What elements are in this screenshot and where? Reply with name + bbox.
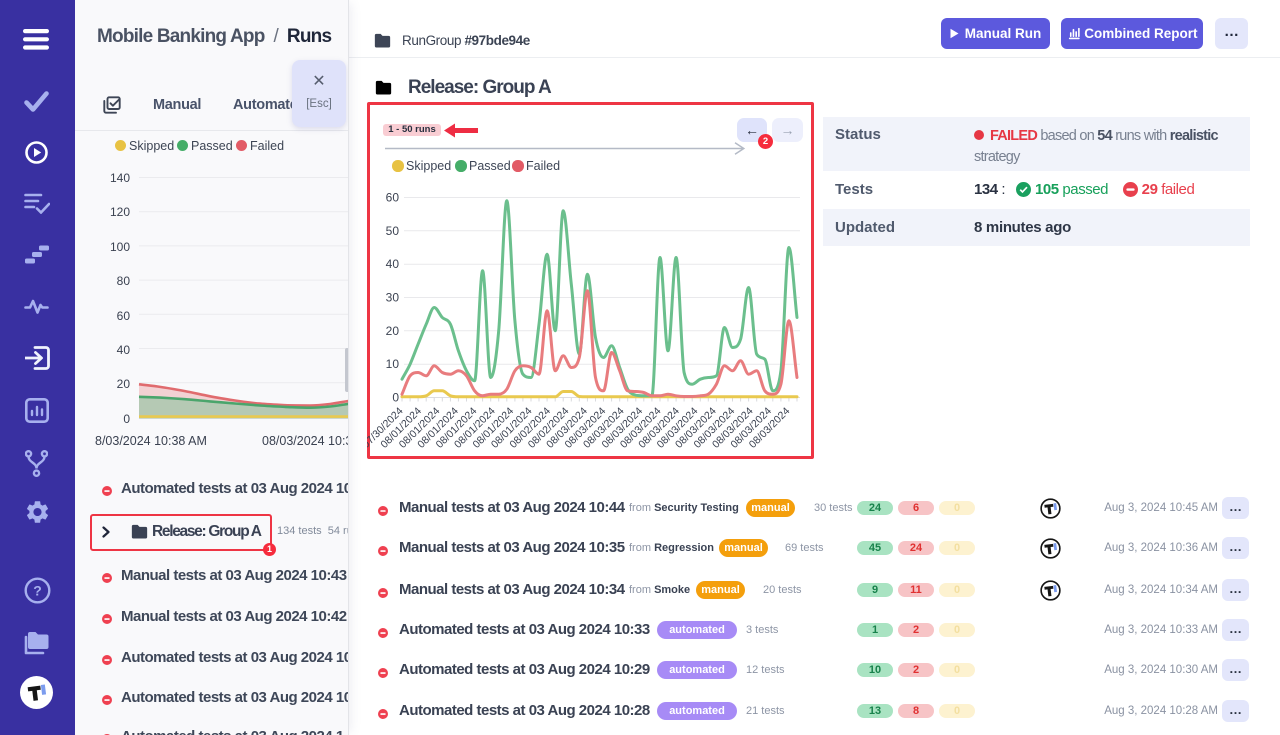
svg-text:20: 20	[386, 324, 400, 338]
svg-text:60: 60	[386, 191, 400, 205]
svg-text:30: 30	[386, 291, 400, 305]
svg-text:40: 40	[386, 257, 400, 271]
svg-text:10: 10	[386, 357, 400, 371]
svg-text:50: 50	[386, 224, 400, 238]
svg-text:0: 0	[392, 391, 399, 405]
svg-text:?: ?	[33, 583, 42, 599]
